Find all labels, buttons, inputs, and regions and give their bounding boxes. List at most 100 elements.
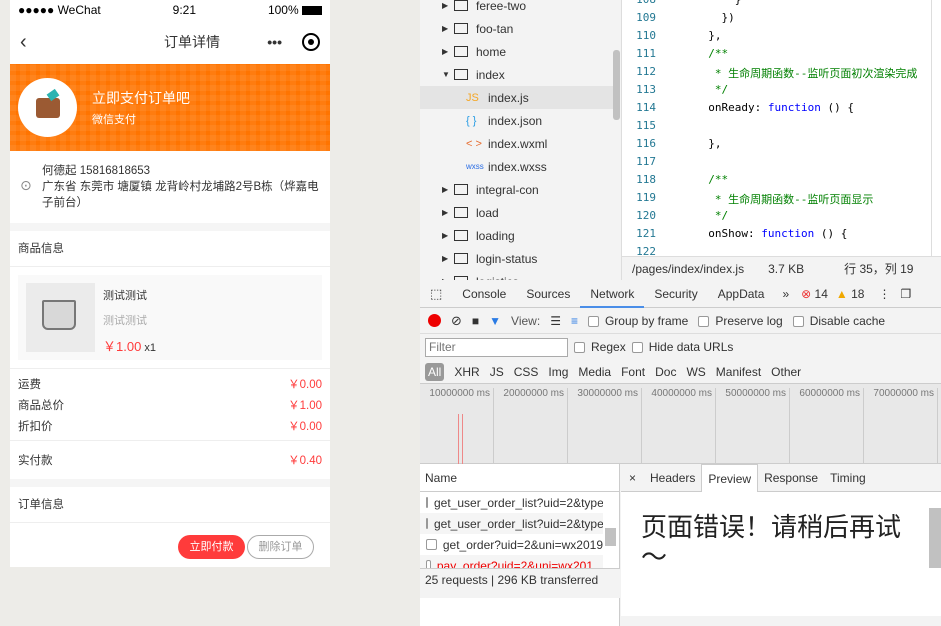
- screenshot-icon[interactable]: ■: [472, 314, 479, 328]
- more-icon[interactable]: •••: [267, 34, 282, 50]
- tree-item[interactable]: ▶ login-status: [420, 247, 615, 270]
- code-line: },: [695, 29, 722, 42]
- caret-right-icon[interactable]: ▶: [442, 254, 454, 263]
- tab-timing[interactable]: Timing: [824, 464, 872, 492]
- back-icon[interactable]: ‹: [20, 31, 27, 54]
- list-scrollbar[interactable]: [605, 528, 616, 546]
- more-tabs-icon[interactable]: »: [774, 287, 797, 301]
- type-filter-css[interactable]: CSS: [514, 365, 539, 379]
- request-checkbox[interactable]: [426, 497, 428, 508]
- request-checkbox[interactable]: [426, 518, 428, 529]
- filter-icon[interactable]: ▼: [489, 314, 501, 328]
- tree-scrollbar[interactable]: [613, 50, 620, 120]
- line-number: 114: [636, 101, 656, 114]
- banner-subtitle: 微信支付: [92, 114, 136, 126]
- pay-button[interactable]: 立即付款: [178, 535, 245, 559]
- request-row[interactable]: get_user_order_list?uid=2&type: [420, 513, 603, 534]
- minimap-edge: [931, 0, 941, 256]
- caret-right-icon[interactable]: ▶: [442, 47, 454, 56]
- preview-scrollbar[interactable]: [929, 508, 941, 568]
- caret-right-icon[interactable]: ▶: [442, 185, 454, 194]
- list-view-icon[interactable]: ☰: [550, 314, 561, 328]
- name-column-header[interactable]: Name: [420, 464, 619, 492]
- tab-response[interactable]: Response: [758, 464, 824, 492]
- type-filter-manifest[interactable]: Manifest: [716, 365, 761, 379]
- tree-item-label: login-status: [476, 251, 538, 266]
- preserve-log-checkbox[interactable]: Preserve log: [698, 314, 783, 328]
- tree-item-label: foo-tan: [476, 21, 514, 36]
- tree-item[interactable]: < > index.wxml: [420, 132, 615, 155]
- tab-headers[interactable]: Headers: [644, 464, 701, 492]
- waterfall-view-icon[interactable]: ≡: [571, 314, 578, 328]
- request-row[interactable]: get_user_order_list?uid=2&type: [420, 492, 603, 513]
- tree-item-label: load: [476, 205, 499, 220]
- type-filter-js[interactable]: JS: [490, 365, 504, 379]
- tab-preview[interactable]: Preview: [701, 463, 759, 492]
- tree-item[interactable]: ▶ loading: [420, 224, 615, 247]
- code-line: */: [695, 83, 728, 96]
- tree-item[interactable]: ▶ load: [420, 201, 615, 224]
- type-filter-all[interactable]: All: [425, 362, 445, 381]
- clear-icon[interactable]: ⊘: [451, 313, 462, 329]
- tab-appdata[interactable]: AppData: [708, 280, 775, 308]
- code-line: onShow: function () {: [695, 227, 847, 240]
- type-filter-xhr[interactable]: XHR: [454, 365, 479, 379]
- goods-header: 商品信息: [10, 231, 330, 267]
- tab-network[interactable]: Network: [580, 280, 645, 308]
- tree-item[interactable]: ▼ index: [420, 63, 615, 86]
- tab-security[interactable]: Security: [644, 280, 707, 308]
- error-count[interactable]: ⊗ 14: [797, 287, 832, 301]
- tree-item[interactable]: ▶ home: [420, 40, 615, 63]
- status-bar: ●●●●● WeChat 9:21 100%: [10, 0, 330, 20]
- tab-console[interactable]: Console: [452, 280, 516, 308]
- menu-icon[interactable]: ⋮: [868, 287, 900, 301]
- fee-row: 商品总价 ￥1.00: [18, 399, 322, 412]
- tree-item[interactable]: wxss index.wxss: [420, 155, 615, 178]
- dock-icon[interactable]: ❐: [900, 287, 911, 301]
- request-checkbox[interactable]: [426, 539, 437, 550]
- record-icon[interactable]: [301, 33, 320, 51]
- type-filter-ws[interactable]: WS: [686, 365, 705, 379]
- address-block[interactable]: ⊙ 何德起 15816818653 广东省 东莞市 塘厦镇 龙背岭村龙埔路2号B…: [10, 151, 330, 223]
- type-filter-doc[interactable]: Doc: [655, 365, 676, 379]
- code-text: }): [695, 11, 735, 24]
- code-text: () {: [820, 101, 854, 114]
- type-filter-other[interactable]: Other: [771, 365, 801, 379]
- tree-item[interactable]: JS index.js: [420, 86, 615, 109]
- file-status-bar: /pages/index/index.js 3.7 KB 行 35，列 19: [622, 256, 941, 280]
- tree-item[interactable]: ▶ integral-con: [420, 178, 615, 201]
- caret-right-icon[interactable]: ▶: [442, 231, 454, 240]
- code-text: },: [695, 29, 722, 42]
- code-text: onShow:: [695, 227, 762, 240]
- filter-input[interactable]: [425, 337, 568, 357]
- type-filter-media[interactable]: Media: [578, 365, 611, 379]
- tree-item[interactable]: ▶logistics: [420, 270, 615, 280]
- record-button[interactable]: [428, 314, 441, 327]
- type-filter-img[interactable]: Img: [548, 365, 568, 379]
- inspect-icon[interactable]: ⬚: [420, 286, 452, 302]
- tab-sources[interactable]: Sources: [516, 280, 580, 308]
- caret-right-icon[interactable]: ▶: [442, 24, 454, 33]
- timeline-overview[interactable]: 10000000 ms 20000000 ms 30000000 ms 4000000…: [420, 384, 941, 464]
- caret-right-icon[interactable]: ▶: [442, 208, 454, 217]
- caret-down-icon[interactable]: ▼: [442, 70, 454, 79]
- timeline-tick: 10000000 ms: [420, 388, 494, 464]
- code-text: * 生命周期函数--监听页面初次渲染完成: [695, 67, 918, 80]
- caret-right-icon[interactable]: ▶: [442, 1, 454, 10]
- goods-item[interactable]: 测试测试 测试测试 ￥1.00 x1: [18, 275, 322, 360]
- group-by-frame-checkbox[interactable]: Group by frame: [587, 314, 688, 328]
- tree-item[interactable]: { } index.json: [420, 109, 615, 132]
- tree-item[interactable]: ▶ feree-two: [420, 0, 615, 17]
- hide-data-urls-checkbox[interactable]: Hide data URLs: [631, 340, 733, 354]
- close-detail-icon[interactable]: ×: [621, 471, 644, 485]
- product-name: 测试测试: [103, 290, 147, 302]
- request-row[interactable]: get_order?uid=2&uni=wx2019: [420, 534, 603, 555]
- tree-item[interactable]: ▶ foo-tan: [420, 17, 615, 40]
- disable-cache-checkbox[interactable]: Disable cache: [792, 314, 885, 328]
- code-editor[interactable]: 108 } 109 }) 110 }, 111 /** 112 * 生命周期函数--监听…: [622, 0, 941, 256]
- regex-checkbox[interactable]: Regex: [574, 340, 626, 354]
- delete-order-button[interactable]: 删除订单: [247, 535, 314, 559]
- page-title: 订单详情: [163, 34, 220, 50]
- type-filter-font[interactable]: Font: [621, 365, 645, 379]
- warning-count[interactable]: ▲ 18: [832, 287, 869, 301]
